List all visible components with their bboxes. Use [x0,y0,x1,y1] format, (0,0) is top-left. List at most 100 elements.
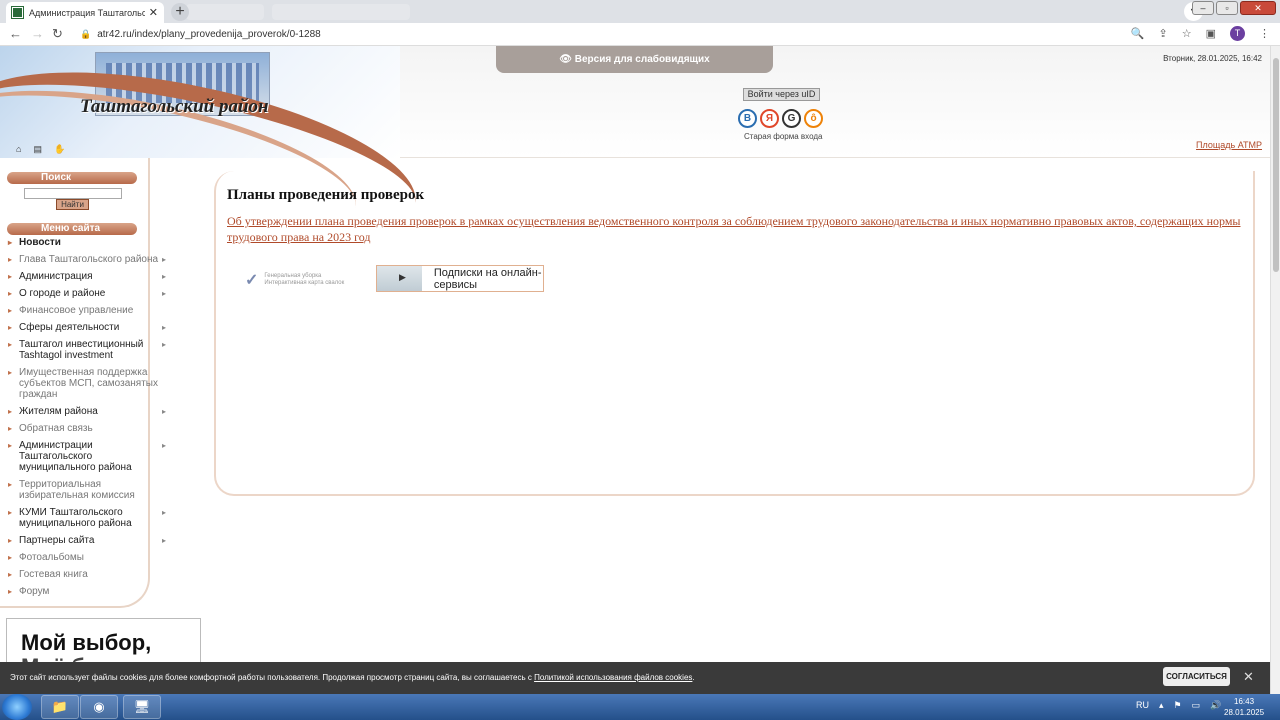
share-icon[interactable]: ⇪ [1159,27,1168,40]
tray-arrow-icon[interactable]: ▴ [1159,700,1164,711]
flag-icon[interactable]: ⚑ [1174,700,1182,711]
url-field[interactable]: 🔒 atr42.ru/index/plany_provedenija_prove… [74,25,1164,44]
menu-item-property-support[interactable]: Имущественная поддержка субъектов МСП, с… [8,367,166,400]
partner-banner-text: Подписки на онлайн-сервисы [433,266,542,291]
cookie-message: Этот сайт использует файлы cookies для б… [10,673,695,682]
menu-item-feedback[interactable]: Обратная связь [8,423,168,434]
yandex-icon[interactable]: Я [760,109,779,128]
header-quick-icons: ⌂ ▤ ✋ [16,144,65,155]
submenu-arrow-icon: ▸ [162,536,167,545]
menu-item-photo[interactable]: Фотоальбомы [8,552,168,563]
partner-banner-cleanup[interactable]: ✓ Генеральная уборка Интерактивная карта… [245,267,370,293]
submenu-arrow-icon: ▸ [162,508,167,517]
lock-icon[interactable]: 🔒 [80,29,91,40]
submenu-arrow-icon: ▸ [162,255,167,264]
bookmark-star-icon[interactable]: ☆ [1182,27,1192,40]
submenu-arrow-icon: ▸ [162,441,167,450]
chrome-icon[interactable]: ◉ [80,695,118,719]
menu-item-administration[interactable]: Администрация▸ [8,271,168,282]
submenu-arrow-icon: ▸ [162,323,167,332]
bookmark-icon[interactable]: ▤ [33,144,42,155]
menu-item-kumi[interactable]: КУМИ Таштагольского муниципального район… [8,507,166,529]
tab-background[interactable] [272,4,410,20]
reload-button[interactable]: ↻ [52,26,63,42]
menu-item-about[interactable]: О городе и районе▸ [8,288,168,299]
url-text: atr42.ru/index/plany_provedenija_provero… [97,29,321,40]
menu-item-head[interactable]: Глава Таштагольского района▸ [8,254,168,265]
google-icon[interactable]: G [782,109,801,128]
hand-icon[interactable]: ✋ [54,144,65,155]
menu-item-investment[interactable]: Таштагол инвестиционный Tashtagol invest… [8,339,166,361]
window-close-button[interactable]: ✕ [1240,1,1276,15]
partner-banner-text: Генеральная уборка Интерактивная карта с… [264,273,345,286]
document-link[interactable]: Об утверждении плана проведения проверок… [227,213,1247,245]
back-button[interactable]: ← [9,26,22,41]
menu-item-spheres[interactable]: Сферы деятельности▸ [8,322,168,333]
cookie-agree-button[interactable]: СОГЛАСИТЬСЯ [1163,667,1230,686]
submenu-arrow-icon: ▸ [162,340,167,349]
profile-avatar[interactable]: T [1230,26,1245,41]
menu-kebab-icon[interactable]: ⋮ [1259,27,1270,40]
search-input[interactable] [24,188,122,199]
zoom-icon[interactable]: 🔍 [1131,27,1145,40]
side-panel-icon[interactable]: ▣ [1206,27,1216,40]
home-icon[interactable]: ⌂ [16,144,21,155]
cookie-bar: Этот сайт использует файлы cookies для б… [0,662,1270,694]
cookie-policy-link[interactable]: Политикой использования файлов cookies [534,673,692,682]
vk-icon[interactable]: В [738,109,757,128]
system-tray: RU ▴ ⚑ ▭ 🔊 [1136,700,1221,711]
tab-close-icon[interactable]: ✕ [149,6,158,19]
video-thumbnail-icon [377,266,422,291]
odnoklassniki-icon[interactable]: ô [804,109,823,128]
new-tab-button[interactable]: + [171,3,189,21]
site-favicon-icon [11,6,24,19]
checkmark-logo-icon: ✓ [245,271,259,289]
start-button[interactable] [2,694,32,720]
toolbar-icons: 🔍 ⇪ ☆ ▣ T ⋮ [1131,26,1270,41]
explorer-icon[interactable]: 📁 [41,695,79,719]
sidebar: Поиск Найти Меню сайта Новости Глава Таш… [0,158,166,618]
app-icon[interactable]: 🖥 [123,695,161,719]
page-title: Планы проведения проверок [227,187,425,203]
menu-item-residents[interactable]: Жителям района▸ [8,406,168,417]
network-icon[interactable]: ▭ [1192,700,1201,711]
old-login-link[interactable]: Старая форма входа [744,132,822,141]
social-login-icons: В Я G ô [738,109,823,128]
site-header: Таштагольский район ⌂ ▤ ✋ 👁 Версия для с… [0,46,1270,273]
atmr-square-link[interactable]: Площадь АТМР [1196,140,1262,150]
accessibility-version-button[interactable]: 👁 Версия для слабовидящих [496,46,773,73]
current-datetime: Вторник, 28.01.2025, 16:42 [1163,54,1262,63]
menu-item-partners[interactable]: Партнеры сайта▸ [8,535,168,546]
menu-item-forum[interactable]: Форум [8,586,168,597]
site-title[interactable]: Таштагольский район [80,96,269,118]
language-indicator[interactable]: RU [1136,700,1149,711]
minimize-button[interactable]: – [1192,1,1214,15]
submenu-arrow-icon: ▸ [162,272,167,281]
scrollbar-thumb[interactable] [1273,58,1279,272]
partner-banner-subscriptions[interactable]: Подписки на онлайн-сервисы [376,265,544,292]
submenu-arrow-icon: ▸ [162,289,167,298]
system-clock[interactable]: 16:43 28.01.2025 [1224,696,1264,718]
uid-login-button[interactable]: Войти через uID [743,88,820,101]
tab-active[interactable]: Администрация Таштагольского ✕ [6,2,164,23]
search-heading: Поиск [7,172,137,184]
page-scrollbar[interactable] [1270,46,1280,694]
menu-item-finance[interactable]: Финансовое управление [8,305,168,316]
submenu-arrow-icon: ▸ [162,407,167,416]
menu-heading: Меню сайта [7,223,137,235]
website: Таштагольский район ⌂ ▤ ✋ 👁 Версия для с… [0,46,1270,694]
maximize-button[interactable]: ▫ [1216,1,1238,15]
address-bar-row: ← → ↻ 🔒 atr42.ru/index/plany_provedenija… [0,23,1280,46]
forward-button[interactable]: → [31,26,44,41]
cookie-close-icon[interactable]: ✕ [1243,669,1254,685]
browser-tab-bar: Администрация Таштагольского ✕ + ▼ – ▫ ✕ [0,0,1280,23]
site-menu: Новости Глава Таштагольского района▸ Адм… [8,237,168,597]
volume-icon[interactable]: 🔊 [1210,700,1221,711]
menu-item-guestbook[interactable]: Гостевая книга [8,569,168,580]
search-button[interactable]: Найти [56,199,89,210]
menu-item-election[interactable]: Территориальная избирательная комиссия [8,479,150,501]
promo-line: Мой выбор, [21,630,152,655]
tab-background[interactable] [186,4,264,20]
menu-item-administrations[interactable]: Администрации Таштагольского муниципальн… [8,440,166,473]
menu-item-news[interactable]: Новости [8,237,168,248]
